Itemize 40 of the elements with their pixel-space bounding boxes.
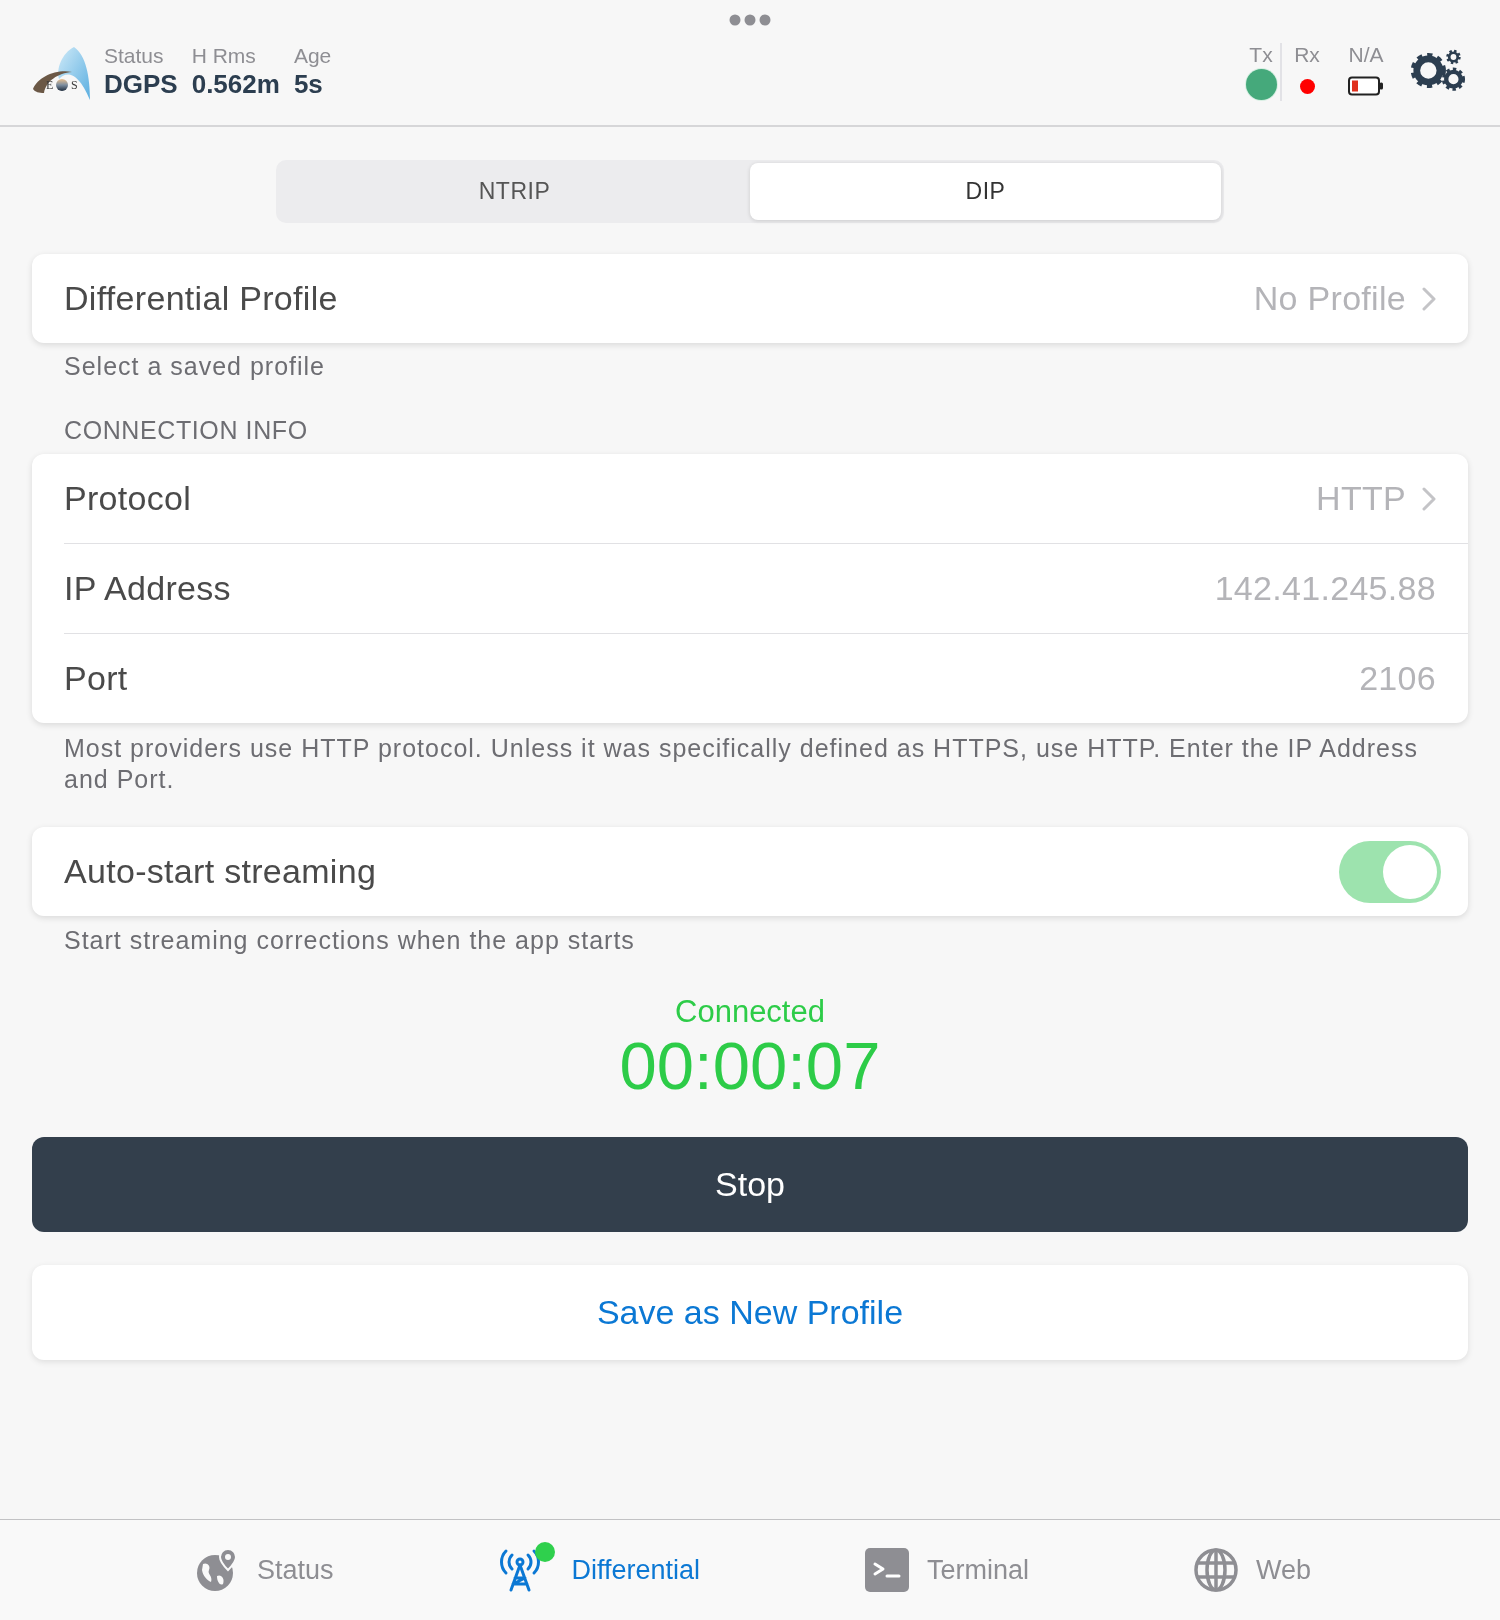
stat-value: 5s [293, 68, 324, 100]
footer-note: Select a saved profile [63, 351, 327, 382]
segment-tab[interactable]: NTRIP [279, 163, 750, 220]
picker-button[interactable]: No Profile [1253, 279, 1436, 318]
save-button[interactable]: Save as New Profile [32, 1265, 1468, 1360]
row-label: Auto-start streaming [64, 852, 377, 891]
stat-value: DGPS [104, 68, 178, 100]
globe-icon [1194, 1548, 1239, 1592]
row-label: Port [64, 659, 128, 698]
picker-button[interactable]: HTTP [1316, 479, 1436, 518]
footer-note: Most providers use HTTP protocol. Unless it was specifically defined as HTTPS, use HTTP. Enter the IP Address and Port. [63, 733, 1419, 795]
battery-icon [1348, 76, 1384, 96]
segment-tab[interactable]: DIP [750, 163, 1221, 220]
stat-label: Status [104, 43, 165, 68]
tab-bar-item[interactable]: Status [194, 1540, 334, 1600]
chevron-icon [1422, 286, 1436, 311]
stat-value: 0.562m [191, 68, 280, 100]
stop-button[interactable]: Stop [32, 1137, 1468, 1232]
elapsed-timer: 00:00:07 [619, 1030, 881, 1102]
footer-note: Start streaming corrections when the app starts [63, 925, 636, 956]
indicator-label: Rx [1294, 43, 1320, 67]
section-header: CONNECTION INFO [63, 415, 309, 445]
stat-label: H Rms [191, 43, 257, 68]
row-label: Differential Profile [64, 279, 338, 318]
tab-bar-item[interactable]: Differential [498, 1540, 701, 1600]
connection-status: Connected [675, 994, 825, 1030]
row-label: IP Address [64, 569, 231, 608]
text-field[interactable]: 2106 [1359, 659, 1436, 698]
settings-icon[interactable] [1410, 49, 1466, 92]
chevron-icon [1422, 486, 1436, 511]
terminal-icon [865, 1548, 910, 1592]
indicator-label: Tx [1249, 43, 1273, 67]
antenna-icon [498, 1548, 543, 1592]
indicator-label: N/A [1348, 43, 1384, 67]
tab-bar-item[interactable]: Web [1194, 1540, 1312, 1600]
more-icon[interactable] [729, 14, 771, 26]
text-field[interactable]: 142.41.245.88 [1214, 569, 1436, 608]
row-label: Protocol [64, 479, 192, 518]
stat-label: Age [293, 43, 332, 68]
tab-bar-item[interactable]: Terminal [865, 1540, 1030, 1600]
